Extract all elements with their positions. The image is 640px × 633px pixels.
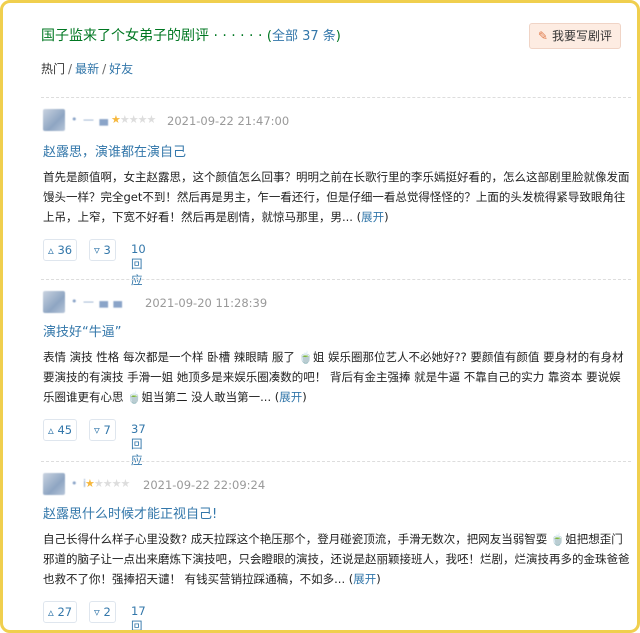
replies-link[interactable]: 10回应 (131, 242, 146, 288)
downvote-button[interactable]: ▿ 2 (89, 601, 116, 623)
upvote-count: 45 (57, 423, 73, 437)
review-divider (41, 461, 631, 462)
review-title[interactable]: 赵露思什么时候才能正视自己! (43, 503, 217, 522)
expand-link[interactable]: 展开 (279, 390, 302, 404)
rating-stars: ★★★★★ (85, 477, 131, 490)
review-meta: • — ▄ ▄ 2021-09-20 11:28:39 (41, 291, 633, 313)
pencil-icon: ✎ (537, 29, 548, 43)
username[interactable]: • — ▄ ▄ (71, 295, 123, 308)
review-item: • i ★★★★★ 2021-09-22 22:09:24 赵露思什么时候才能正… (41, 473, 633, 630)
triangle-down-icon: ▿ (94, 423, 100, 437)
review-meta: • i ★★★★★ 2021-09-22 22:09:24 (41, 473, 633, 495)
star-icon: ★ (128, 113, 139, 126)
review-excerpt: 自己长得什么样子心里没数? 成天拉踩这个艳压那个，登月碰瓷顶流，手滑无数次，把网… (43, 532, 630, 586)
star-icon: ★ (119, 113, 130, 126)
review-body: 自己长得什么样子心里没数? 成天拉踩这个艳压那个，登月碰瓷顶流，手滑无数次，把网… (43, 532, 630, 586)
triangle-up-icon: ▵ (48, 243, 54, 257)
star-icon: ★ (120, 477, 131, 490)
review-body: 首先是颜值啊，女主赵露思，这个颜值怎么回事？明明之前在长歌行里的李乐嫣挺好看的，… (43, 170, 630, 224)
star-icon: ★ (111, 113, 121, 126)
review-panel-frame: 国子监来了个女弟子的剧评 · · · · · · (全部 37 条) ✎ 我要写剧… (0, 0, 640, 633)
review-divider (41, 97, 631, 98)
review-excerpt: 首先是颜值啊，女主赵露思，这个颜值怎么回事？明明之前在长歌行里的李乐嫣挺好看的，… (43, 170, 630, 224)
all-reviews-link[interactable]: 全部 37 条 (272, 29, 336, 44)
triangle-up-icon: ▵ (48, 605, 54, 619)
review-time: 2021-09-22 21:47:00 (167, 114, 290, 128)
star-icon: ★ (137, 113, 148, 126)
review-excerpt: 表情 演技 性格 每次都是一个样 卧槽 辣眼睛 服了 🍵姐 娱乐圈那位艺人不必她… (43, 350, 624, 404)
review-body: 表情 演技 性格 每次都是一个样 卧槽 辣眼睛 服了 🍵姐 娱乐圈那位艺人不必她… (43, 350, 624, 404)
review-meta: • — ▄ ★★★★★ 2021-09-22 21:47:00 (41, 109, 633, 131)
section-title-text: 国子监来了个女弟子的剧评 · · · · · · (41, 28, 263, 44)
review-time: 2021-09-20 11:28:39 (145, 296, 268, 310)
upvote-button[interactable]: ▵ 27 (43, 601, 78, 623)
star-icon: ★ (146, 113, 157, 126)
filter-latest[interactable]: 最新 (75, 62, 99, 76)
filter-friends[interactable]: 好友 (109, 62, 133, 76)
star-icon: ★ (111, 477, 122, 490)
upvote-button[interactable]: ▵ 45 (43, 419, 78, 441)
triangle-up-icon: ▵ (48, 423, 54, 437)
avatar[interactable] (43, 109, 65, 131)
review-title[interactable]: 演技好“牛逼” (43, 321, 121, 340)
section-header: 国子监来了个女弟子的剧评 · · · · · · (全部 37 条) ✎ 我要写剧… (25, 17, 627, 51)
review-title[interactable]: 赵露思，演谁都在演自己 (43, 141, 186, 160)
upvote-button[interactable]: ▵ 36 (43, 239, 78, 261)
downvote-button[interactable]: ▿ 7 (89, 419, 116, 441)
write-review-button[interactable]: ✎ 我要写剧评 (528, 23, 621, 49)
downvote-count: 3 (103, 243, 111, 257)
section-title: 国子监来了个女弟子的剧评 · · · · · · (全部 37 条) (41, 25, 341, 45)
star-icon: ★ (93, 477, 104, 490)
upvote-count: 36 (57, 243, 73, 257)
expand-link[interactable]: 展开 (361, 210, 384, 224)
review-count: (全部 37 条) (266, 29, 341, 44)
username[interactable]: • — ▄ (71, 113, 109, 126)
upvote-count: 27 (57, 605, 73, 619)
review-time: 2021-09-22 22:09:24 (143, 478, 266, 492)
avatar[interactable] (43, 473, 65, 495)
triangle-down-icon: ▿ (94, 243, 100, 257)
review-item: • — ▄ ★★★★★ 2021-09-22 21:47:00 赵露思，演谁都在… (41, 109, 633, 287)
star-icon: ★ (102, 477, 113, 490)
expand-link[interactable]: 展开 (353, 572, 376, 586)
triangle-down-icon: ▿ (94, 605, 100, 619)
review-divider (41, 279, 631, 280)
replies-link[interactable]: 17回应 (131, 604, 146, 630)
review-item: • — ▄ ▄ 2021-09-20 11:28:39 演技好“牛逼” 表情 演… (41, 291, 633, 467)
write-review-label: 我要写剧评 (551, 29, 612, 43)
avatar[interactable] (43, 291, 65, 313)
filter-hot[interactable]: 热门 (41, 62, 65, 76)
downvote-count: 2 (103, 605, 111, 619)
downvote-button[interactable]: ▿ 3 (89, 239, 116, 261)
star-icon: ★ (85, 477, 95, 490)
rating-stars: ★★★★★ (111, 113, 157, 126)
sort-filters: 热门 / 最新 / 好友 (41, 62, 134, 76)
downvote-count: 7 (103, 423, 111, 437)
